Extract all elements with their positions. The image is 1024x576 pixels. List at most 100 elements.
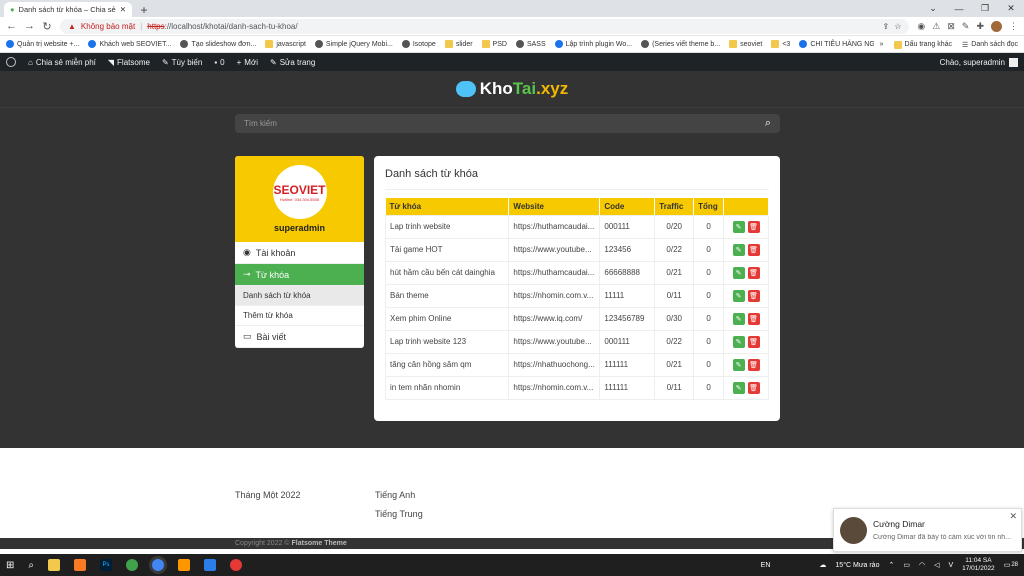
weather-text[interactable]: 15°C Mưa rào	[835, 562, 879, 569]
admin-edit-page-link[interactable]: ✎ Sửa trang	[270, 58, 315, 67]
edit-icon[interactable]: ✎	[732, 381, 745, 394]
notification-center-icon[interactable]: ▭ 28	[1004, 561, 1018, 569]
other-bookmarks[interactable]: Dấu trang khác	[893, 40, 952, 49]
input-method-icon[interactable]: V	[948, 562, 953, 569]
xampp-icon[interactable]	[74, 559, 86, 571]
language-link[interactable]: Tiếng Trung	[375, 509, 423, 519]
close-window-icon[interactable]: ✕	[998, 0, 1024, 17]
language-link[interactable]: Tiếng Anh	[375, 490, 423, 500]
edit-icon[interactable]: ✎	[732, 358, 745, 371]
warning-icon: ▲	[68, 21, 76, 31]
sidebar-item-posts[interactable]: ▭ Bài viết	[235, 326, 364, 348]
sidebar-item-keyword-list[interactable]: Danh sách từ khóa	[235, 286, 364, 306]
trash-icon[interactable]: 🗑	[747, 220, 760, 233]
extension-warning-icon[interactable]: ⚠	[932, 21, 940, 32]
share-icon[interactable]: ⇪	[883, 22, 890, 31]
language-indicator[interactable]: EN	[761, 562, 771, 569]
trash-icon[interactable]: 🗑	[747, 312, 760, 325]
trash-icon[interactable]: 🗑	[747, 289, 760, 302]
bookmark-folder[interactable]: seoviet	[729, 40, 762, 48]
chevron-up-icon[interactable]: ⌃	[888, 561, 894, 569]
sublime-icon[interactable]	[178, 559, 190, 571]
clover-icon[interactable]	[126, 559, 138, 571]
sidebar-item-account[interactable]: ◉ Tài khoản	[235, 242, 364, 264]
restore-icon[interactable]: ❐	[972, 0, 998, 17]
bookmark-item[interactable]: Tạo slideshow đơn...	[180, 40, 256, 48]
admin-new-link[interactable]: + Mới	[237, 58, 258, 67]
camera-icon[interactable]: ◉	[917, 21, 925, 32]
admin-customize-link[interactable]: ✎ Tùy biến	[162, 58, 202, 67]
search-icon[interactable]: ⌕	[765, 117, 771, 130]
bookmark-folder[interactable]: slider	[444, 40, 473, 48]
tab-close-icon[interactable]: ✕	[120, 5, 126, 14]
trash-icon[interactable]: 🗑	[747, 358, 760, 371]
omnibox[interactable]: ▲ Không bảo mật | https://localhost/khot…	[60, 18, 910, 34]
account-sidebar: SEOVIET Hotline: 034.304.5555 superadmin…	[235, 156, 364, 348]
puzzle-icon[interactable]: ✚	[976, 21, 984, 32]
bookmark-folder[interactable]: <3	[771, 40, 790, 48]
search-input[interactable]: Tìm kiếm	[244, 119, 277, 128]
wifi-icon[interactable]: ◠	[919, 561, 925, 569]
volume-icon[interactable]: ◁	[934, 561, 939, 569]
chat-notification[interactable]: Cường Dimar Cường Dimar đã bày tỏ cảm xú…	[833, 508, 1022, 552]
edit-icon[interactable]: ✎	[732, 335, 745, 348]
wordpress-logo-icon[interactable]	[6, 57, 16, 67]
edit-icon[interactable]: ✎	[732, 220, 745, 233]
back-icon[interactable]: ←	[6, 20, 17, 32]
admin-comments-link[interactable]: ▪ 0	[214, 58, 224, 67]
edit-icon[interactable]: ✎	[732, 243, 745, 256]
bookmark-item[interactable]: SASS	[515, 40, 546, 48]
pen-icon[interactable]: ✎	[962, 21, 970, 32]
edit-icon[interactable]: ✎	[732, 266, 745, 279]
trash-icon[interactable]: 🗑	[747, 266, 760, 279]
clock[interactable]: 11:04 SA 17/01/2022	[962, 557, 995, 573]
grid-extension-icon[interactable]: ⊠	[947, 21, 955, 32]
network-icon[interactable]: ▭	[903, 561, 910, 569]
trash-icon[interactable]: 🗑	[747, 243, 760, 256]
star-icon[interactable]: ☆	[894, 22, 901, 31]
bookmark-item[interactable]: Simple jQuery Mobi...	[314, 40, 393, 48]
menu-dots-icon[interactable]: ⋮	[1009, 21, 1018, 32]
edit-icon[interactable]: ✎	[732, 289, 745, 302]
site-logo[interactable]: KhoTai.xyz	[455, 79, 568, 99]
window-controls: ⌄ — ❐ ✕	[920, 0, 1024, 17]
app-icon[interactable]	[230, 559, 242, 571]
username: superadmin	[273, 223, 325, 233]
windows-start-icon[interactable]: ⊞	[6, 560, 14, 571]
app-icon[interactable]	[204, 559, 216, 571]
edit-icon[interactable]: ✎	[732, 312, 745, 325]
minimize-icon[interactable]: —	[946, 0, 972, 17]
search-icon[interactable]: ⌕	[28, 560, 34, 571]
bookmark-item[interactable]: Isotope	[401, 40, 436, 48]
forward-icon[interactable]: →	[24, 20, 35, 32]
sidebar-item-add-keyword[interactable]: Thêm từ khóa	[235, 306, 364, 326]
sticky-notes-icon[interactable]	[48, 559, 60, 571]
search-bar[interactable]: Tìm kiếm ⌕	[235, 114, 780, 133]
bookmarks-more-button[interactable]: »	[880, 41, 884, 48]
reading-list[interactable]: ☰ Danh sách đọc	[962, 41, 1018, 49]
close-icon[interactable]: ✕	[1009, 511, 1017, 522]
bookmark-icon	[554, 40, 563, 48]
bookmark-item[interactable]: Lập trình plugin Wo...	[554, 40, 632, 48]
chrome-icon[interactable]	[152, 559, 164, 571]
bookmark-item[interactable]: Quản trị website +...	[6, 40, 79, 48]
trash-icon[interactable]: 🗑	[747, 381, 760, 394]
bookmark-item[interactable]: (Series viết theme b...	[641, 40, 720, 48]
trash-icon[interactable]: 🗑	[747, 335, 760, 348]
bookmark-folder[interactable]: javascript	[265, 40, 306, 48]
bookmark-item[interactable]: Khách web SEOVIET...	[88, 40, 171, 48]
photoshop-icon[interactable]: Ps	[100, 559, 112, 571]
url-text[interactable]: https://localhost/khotai/danh-sach-tu-kh…	[147, 22, 297, 31]
admin-account-link[interactable]: Chào, superadmin	[940, 57, 1018, 67]
profile-avatar[interactable]	[991, 20, 1002, 32]
sidebar-item-keywords[interactable]: ⊸ Từ khóa	[235, 264, 364, 286]
browser-tab[interactable]: ● Danh sách từ khóa – Chia sẻ miễn ✕	[4, 2, 132, 17]
archive-link[interactable]: Tháng Một 2022	[235, 490, 301, 500]
chevron-down-icon[interactable]: ⌄	[920, 0, 946, 17]
admin-theme-link[interactable]: ◥ Flatsome	[108, 58, 150, 67]
bookmark-folder[interactable]: PSD	[481, 40, 507, 48]
admin-site-link[interactable]: ⌂ Chia sẻ miễn phí	[28, 58, 96, 67]
new-tab-button[interactable]: +	[136, 2, 152, 17]
reload-icon[interactable]: ↻	[42, 20, 52, 33]
bookmark-item[interactable]: CHI TIÊU HÀNG NG...	[799, 40, 881, 48]
